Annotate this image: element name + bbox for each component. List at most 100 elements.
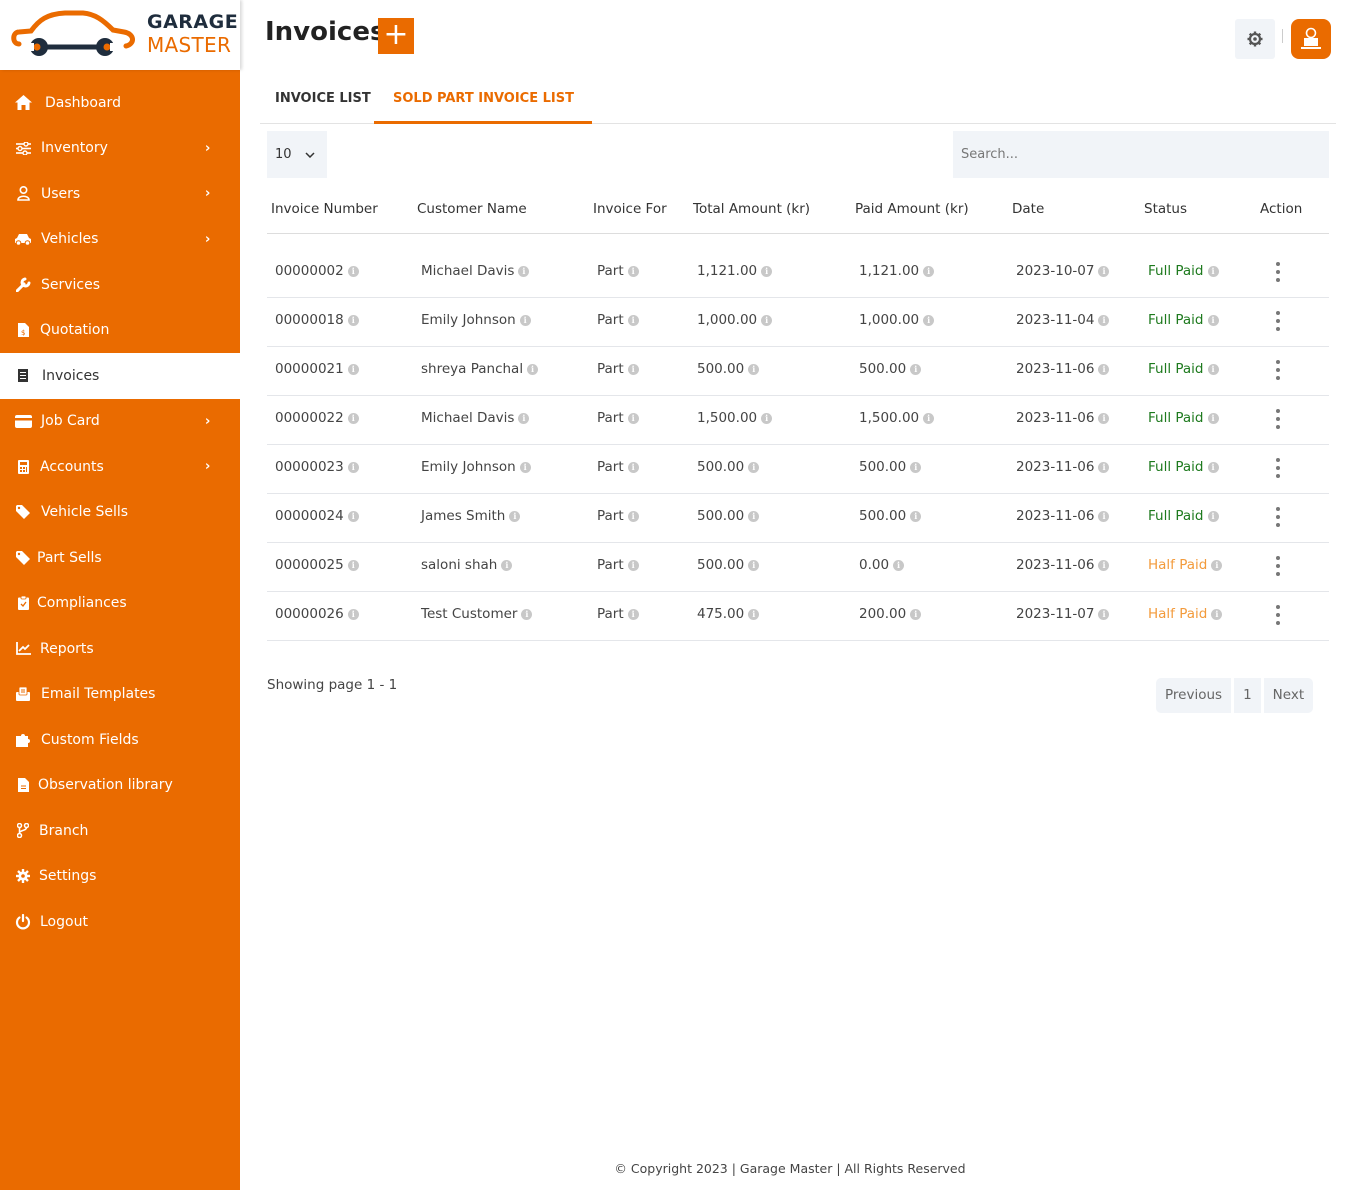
info-icon[interactable]: i — [347, 265, 359, 277]
info-icon[interactable]: i — [501, 559, 513, 571]
info-icon[interactable]: i — [519, 461, 531, 473]
sidebar-item-part-sells[interactable]: Part Sells — [0, 535, 240, 581]
info-icon[interactable]: i — [347, 608, 359, 620]
sidebar-item-accounts[interactable]: Accounts › — [0, 444, 240, 490]
info-icon[interactable]: i — [923, 412, 935, 424]
info-icon[interactable]: i — [518, 412, 530, 424]
column-header-invoice-number[interactable]: Invoice Number — [271, 201, 378, 217]
info-icon[interactable]: i — [627, 265, 639, 277]
column-header-status[interactable]: Status — [1144, 201, 1187, 217]
info-icon[interactable]: i — [910, 510, 922, 522]
sidebar-item-inventory[interactable]: Inventory › — [0, 126, 240, 172]
search-input[interactable] — [953, 131, 1329, 178]
sidebar-item-dashboard[interactable]: Dashboard — [0, 80, 240, 126]
info-icon[interactable]: i — [1098, 608, 1110, 620]
info-icon[interactable]: i — [627, 412, 639, 424]
column-header-total-amount[interactable]: Total Amount (kr) — [693, 201, 810, 217]
page-length-select[interactable]: 10 — [267, 131, 327, 178]
row-actions-menu-icon[interactable] — [1268, 309, 1288, 333]
info-icon[interactable]: i — [761, 314, 773, 326]
info-icon[interactable]: i — [910, 461, 922, 473]
info-icon[interactable]: i — [627, 559, 639, 571]
user-avatar[interactable] — [1291, 19, 1331, 59]
page-button-1[interactable]: 1 — [1234, 678, 1261, 713]
column-header-paid-amount[interactable]: Paid Amount (kr) — [855, 201, 969, 217]
sidebar-item-email-templates[interactable]: Email Templates — [0, 672, 240, 718]
info-icon[interactable]: i — [761, 265, 773, 277]
tab-invoice-list[interactable]: INVOICE LIST — [260, 78, 386, 124]
sidebar-item-invoices[interactable]: Invoices — [0, 353, 240, 399]
info-icon[interactable]: i — [627, 363, 639, 375]
info-icon[interactable]: i — [347, 559, 359, 571]
sidebar-item-custom-fields[interactable]: Custom Fields — [0, 717, 240, 763]
sidebar-item-quotation[interactable]: $ Quotation — [0, 308, 240, 354]
info-icon[interactable]: i — [347, 363, 359, 375]
sidebar-item-observation-library[interactable]: Observation library — [0, 763, 240, 809]
info-icon[interactable]: i — [748, 559, 760, 571]
sidebar-item-logout[interactable]: Logout — [0, 899, 240, 945]
info-icon[interactable]: i — [1207, 412, 1219, 424]
sidebar-item-job-card[interactable]: Job Card › — [0, 399, 240, 445]
info-icon[interactable]: i — [1098, 510, 1110, 522]
sidebar-item-compliances[interactable]: Compliances — [0, 581, 240, 627]
row-actions-menu-icon[interactable] — [1268, 554, 1288, 578]
info-icon[interactable]: i — [910, 608, 922, 620]
column-header-customer-name[interactable]: Customer Name — [417, 201, 527, 217]
column-header-date[interactable]: Date — [1012, 201, 1044, 217]
info-icon[interactable]: i — [748, 608, 760, 620]
next-page-button[interactable]: Next — [1263, 678, 1314, 713]
info-icon[interactable]: i — [347, 510, 359, 522]
info-icon[interactable]: i — [1098, 461, 1110, 473]
info-icon[interactable]: i — [1207, 510, 1219, 522]
info-icon[interactable]: i — [627, 314, 639, 326]
previous-page-button[interactable]: Previous — [1156, 678, 1232, 713]
info-icon[interactable]: i — [1207, 265, 1219, 277]
row-actions-menu-icon[interactable] — [1268, 407, 1288, 431]
info-icon[interactable]: i — [1211, 559, 1223, 571]
row-actions-menu-icon[interactable] — [1268, 456, 1288, 480]
info-icon[interactable]: i — [1098, 559, 1110, 571]
info-icon[interactable]: i — [521, 608, 533, 620]
info-icon[interactable]: i — [527, 363, 539, 375]
info-icon[interactable]: i — [627, 510, 639, 522]
info-icon[interactable]: i — [1098, 314, 1110, 326]
sidebar-item-reports[interactable]: Reports — [0, 626, 240, 672]
logo[interactable]: GARAGE MASTER — [0, 0, 240, 70]
info-icon[interactable]: i — [923, 314, 935, 326]
info-icon[interactable]: i — [1098, 265, 1110, 277]
info-icon[interactable]: i — [893, 559, 905, 571]
info-icon[interactable]: i — [1207, 363, 1219, 375]
column-header-invoice-for[interactable]: Invoice For — [593, 201, 667, 217]
info-icon[interactable]: i — [748, 461, 760, 473]
info-icon[interactable]: i — [1207, 314, 1219, 326]
tab-sold-part-invoice-list[interactable]: SOLD PART INVOICE LIST — [374, 78, 592, 124]
info-icon[interactable]: i — [509, 510, 521, 522]
row-actions-menu-icon[interactable] — [1268, 603, 1288, 627]
info-icon[interactable]: i — [761, 412, 773, 424]
sidebar-item-services[interactable]: Services — [0, 262, 240, 308]
info-icon[interactable]: i — [1211, 608, 1223, 620]
info-icon[interactable]: i — [748, 510, 760, 522]
info-icon[interactable]: i — [910, 363, 922, 375]
info-icon[interactable]: i — [347, 412, 359, 424]
row-actions-menu-icon[interactable] — [1268, 260, 1288, 284]
info-icon[interactable]: i — [1098, 363, 1110, 375]
row-actions-menu-icon[interactable] — [1268, 358, 1288, 382]
settings-button[interactable] — [1235, 19, 1275, 59]
info-icon[interactable]: i — [347, 314, 359, 326]
info-icon[interactable]: i — [1098, 412, 1110, 424]
sidebar-item-settings[interactable]: Settings — [0, 854, 240, 900]
sidebar-item-users[interactable]: Users › — [0, 171, 240, 217]
info-icon[interactable]: i — [923, 265, 935, 277]
sidebar-item-vehicle-sells[interactable]: Vehicle Sells — [0, 490, 240, 536]
info-icon[interactable]: i — [748, 363, 760, 375]
sidebar-item-vehicles[interactable]: Vehicles › — [0, 217, 240, 263]
sidebar-item-branch[interactable]: Branch — [0, 808, 240, 854]
info-icon[interactable]: i — [347, 461, 359, 473]
info-icon[interactable]: i — [1207, 461, 1219, 473]
info-icon[interactable]: i — [519, 314, 531, 326]
info-icon[interactable]: i — [627, 608, 639, 620]
add-invoice-button[interactable]: + — [378, 18, 414, 54]
info-icon[interactable]: i — [627, 461, 639, 473]
row-actions-menu-icon[interactable] — [1268, 505, 1288, 529]
